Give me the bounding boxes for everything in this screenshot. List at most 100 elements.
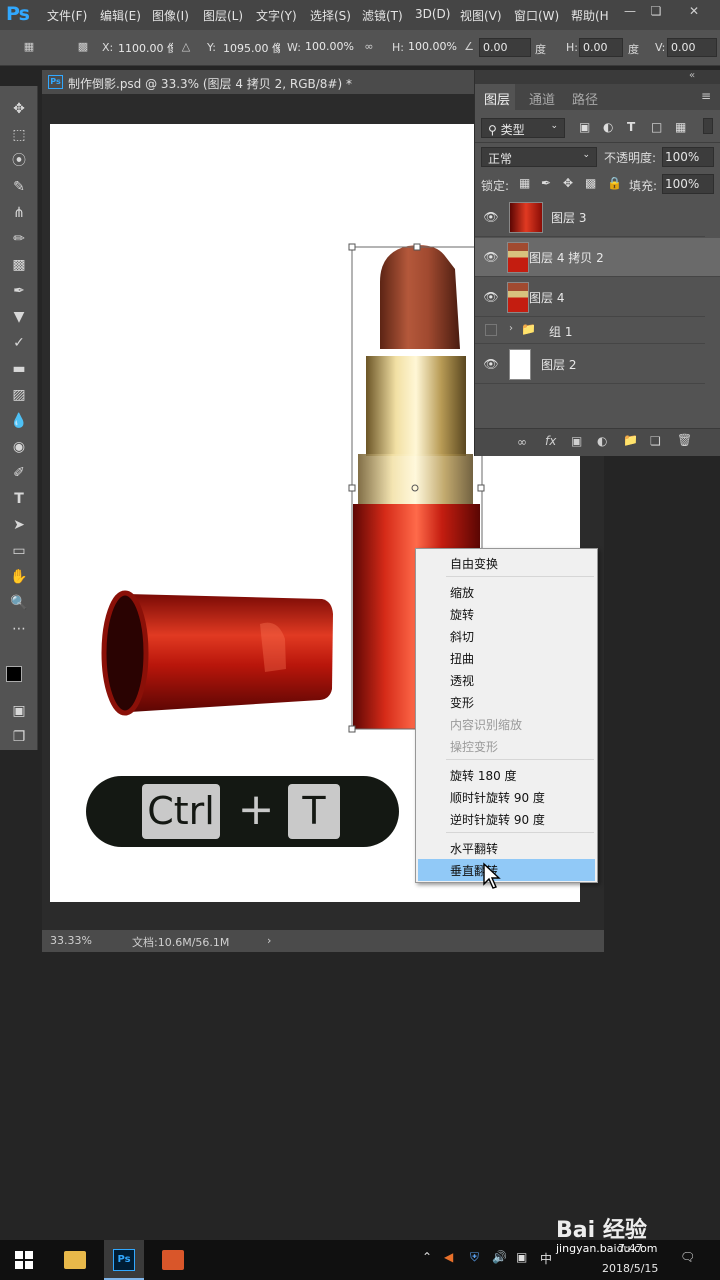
menu-select[interactable]: 选择(S) [310, 7, 351, 24]
menu-item-perspective[interactable]: 透视 [418, 669, 595, 691]
pen-tool-icon[interactable]: ✐ [8, 462, 30, 484]
angle-field[interactable]: 0.00 [479, 38, 531, 57]
lock-pixels-icon[interactable]: ✒ [541, 176, 551, 190]
layer-name[interactable]: 图层 3 [551, 209, 586, 226]
notification-center-icon[interactable]: 🗨 [680, 1250, 695, 1264]
lock-transparent-icon[interactable]: ▦ [519, 176, 530, 190]
menu-image[interactable]: 图像(I) [152, 7, 189, 24]
x-field[interactable]: 1100.00 像 [115, 38, 173, 57]
new-group-icon[interactable]: 📁 [623, 433, 638, 447]
security-shield-icon[interactable]: ⛨ [470, 1250, 479, 1265]
status-menu-arrow-icon[interactable]: › [267, 934, 271, 947]
layer-row-selected[interactable]: 👁 图层 4 拷贝 2 [475, 238, 720, 277]
tray-expand-icon[interactable]: ⌃ [422, 1250, 432, 1264]
blur-tool-icon[interactable]: 💧 [8, 410, 30, 432]
clock-time[interactable]: 7:47 [618, 1242, 643, 1255]
lock-position-icon[interactable]: ✥ [563, 176, 573, 190]
filter-kind-dropdown[interactable]: ⚲ 类型 ⌄ [481, 118, 565, 138]
quick-mask-icon[interactable]: ▣ [8, 700, 30, 722]
w-field[interactable]: 100.00% [302, 38, 354, 57]
layer-name[interactable]: 组 1 [549, 323, 572, 340]
opacity-field[interactable]: 100% [662, 147, 714, 167]
brush-tool-icon[interactable]: ✒ [8, 280, 30, 302]
presentation-app-icon[interactable] [162, 1250, 184, 1270]
menu-3d[interactable]: 3D(D) [415, 7, 450, 21]
tray-app-icon[interactable]: ◀ [444, 1250, 453, 1264]
link-layers-icon[interactable]: ∞ [517, 435, 527, 449]
menu-item-rotate-180[interactable]: 旋转 180 度 [418, 764, 595, 786]
menu-help[interactable]: 帮助(H [571, 7, 609, 24]
visibility-eye-icon[interactable]: 👁 [483, 250, 499, 264]
tab-channels[interactable]: 通道 [529, 89, 555, 108]
visibility-eye-icon[interactable]: 👁 [483, 210, 499, 224]
hand-tool-icon[interactable]: ✋ [8, 566, 30, 588]
windows-start-icon[interactable] [14, 1250, 34, 1270]
menu-type[interactable]: 文字(Y) [256, 7, 297, 24]
minimize-icon[interactable]: — [618, 2, 642, 20]
menu-item-rotate-90-cw[interactable]: 顺时针旋转 90 度 [418, 786, 595, 808]
filter-type-icon[interactable]: T [627, 120, 635, 134]
menu-item-free-transform[interactable]: 自由变换 [418, 552, 595, 574]
restore-icon[interactable]: ❏ [644, 2, 668, 20]
menu-filter[interactable]: 滤镜(T) [362, 7, 403, 24]
zoom-level[interactable]: 33.33% [50, 934, 92, 947]
transform-handle[interactable] [348, 725, 356, 733]
menu-view[interactable]: 视图(V) [460, 7, 502, 24]
transform-handle[interactable] [477, 484, 485, 492]
y-field[interactable]: 1095.00 像 [220, 38, 280, 57]
link-icon[interactable]: ∞ [362, 40, 376, 54]
reference-point-icon[interactable]: ▩ [76, 40, 90, 54]
layer-group-row[interactable]: › 📁 组 1 [475, 318, 705, 344]
transform-handle[interactable] [413, 243, 421, 251]
filter-adjustment-icon[interactable]: ◐ [603, 120, 613, 134]
menu-file[interactable]: 文件(F) [47, 7, 87, 24]
lock-all-icon[interactable]: 🔒 [607, 176, 622, 190]
move-tool-icon[interactable]: ✥ [8, 98, 30, 120]
rectangle-tool-icon[interactable]: ▭ [8, 540, 30, 562]
delta-icon[interactable]: △ [179, 40, 193, 54]
menu-item-distort[interactable]: 扭曲 [418, 647, 595, 669]
gradient-tool-icon[interactable]: ▨ [8, 384, 30, 406]
group-expand-chevron-icon[interactable]: › [509, 323, 513, 334]
transform-handle[interactable] [348, 484, 356, 492]
tab-paths[interactable]: 路径 [572, 89, 598, 108]
layer-row[interactable]: 👁 图层 3 [475, 198, 705, 237]
menu-layer[interactable]: 图层(L) [203, 7, 243, 24]
marquee-tool-icon[interactable]: ⬚ [8, 124, 30, 146]
zoom-tool-icon[interactable]: 🔍 [8, 592, 30, 614]
filter-shape-icon[interactable]: □ [651, 120, 662, 134]
filter-toggle[interactable] [703, 118, 713, 134]
quick-select-tool-icon[interactable]: ✎ [8, 176, 30, 198]
hskew-field[interactable]: 0.00 [579, 38, 623, 57]
menu-item-rotate[interactable]: 旋转 [418, 603, 595, 625]
path-select-tool-icon[interactable]: ➤ [8, 514, 30, 536]
network-icon[interactable]: ▣ [516, 1250, 527, 1264]
menu-item-warp[interactable]: 变形 [418, 691, 595, 713]
taskbar-photoshop[interactable]: Ps [104, 1240, 144, 1280]
history-brush-tool-icon[interactable]: ✓ [8, 332, 30, 354]
layer-name[interactable]: 图层 2 [541, 356, 576, 373]
fx-icon[interactable]: fx [545, 434, 556, 448]
type-tool-icon[interactable]: T [8, 488, 30, 510]
healing-tool-icon[interactable]: ▩ [8, 254, 30, 276]
layer-name[interactable]: 图层 4 拷贝 2 [529, 249, 604, 266]
layer-row[interactable]: 👁 图层 4 [475, 278, 705, 317]
fill-field[interactable]: 100% [662, 174, 714, 194]
blend-mode-dropdown[interactable]: 正常 ⌄ [481, 147, 597, 167]
input-method-indicator[interactable]: 中 [540, 1250, 552, 1267]
tab-layers[interactable]: 图层 [484, 89, 510, 108]
menu-item-scale[interactable]: 缩放 [418, 581, 595, 603]
panel-menu-icon[interactable]: ≡ [701, 89, 711, 103]
layer-name[interactable]: 图层 4 [529, 289, 564, 306]
visibility-eye-icon[interactable]: 👁 [483, 290, 499, 304]
menu-item-skew[interactable]: 斜切 [418, 625, 595, 647]
filter-smart-object-icon[interactable]: ▦ [675, 120, 686, 134]
dodge-tool-icon[interactable]: ◉ [8, 436, 30, 458]
menu-window[interactable]: 窗口(W) [514, 7, 559, 24]
delete-layer-icon[interactable]: 🗑 [677, 433, 692, 447]
eyedropper-tool-icon[interactable]: ✏ [8, 228, 30, 250]
layer-row[interactable]: 👁 图层 2 [475, 345, 705, 384]
menu-item-flip-vertical[interactable]: 垂直翻转 [418, 859, 595, 881]
visibility-eye-icon[interactable]: 👁 [483, 357, 499, 371]
menu-item-flip-horizontal[interactable]: 水平翻转 [418, 837, 595, 859]
